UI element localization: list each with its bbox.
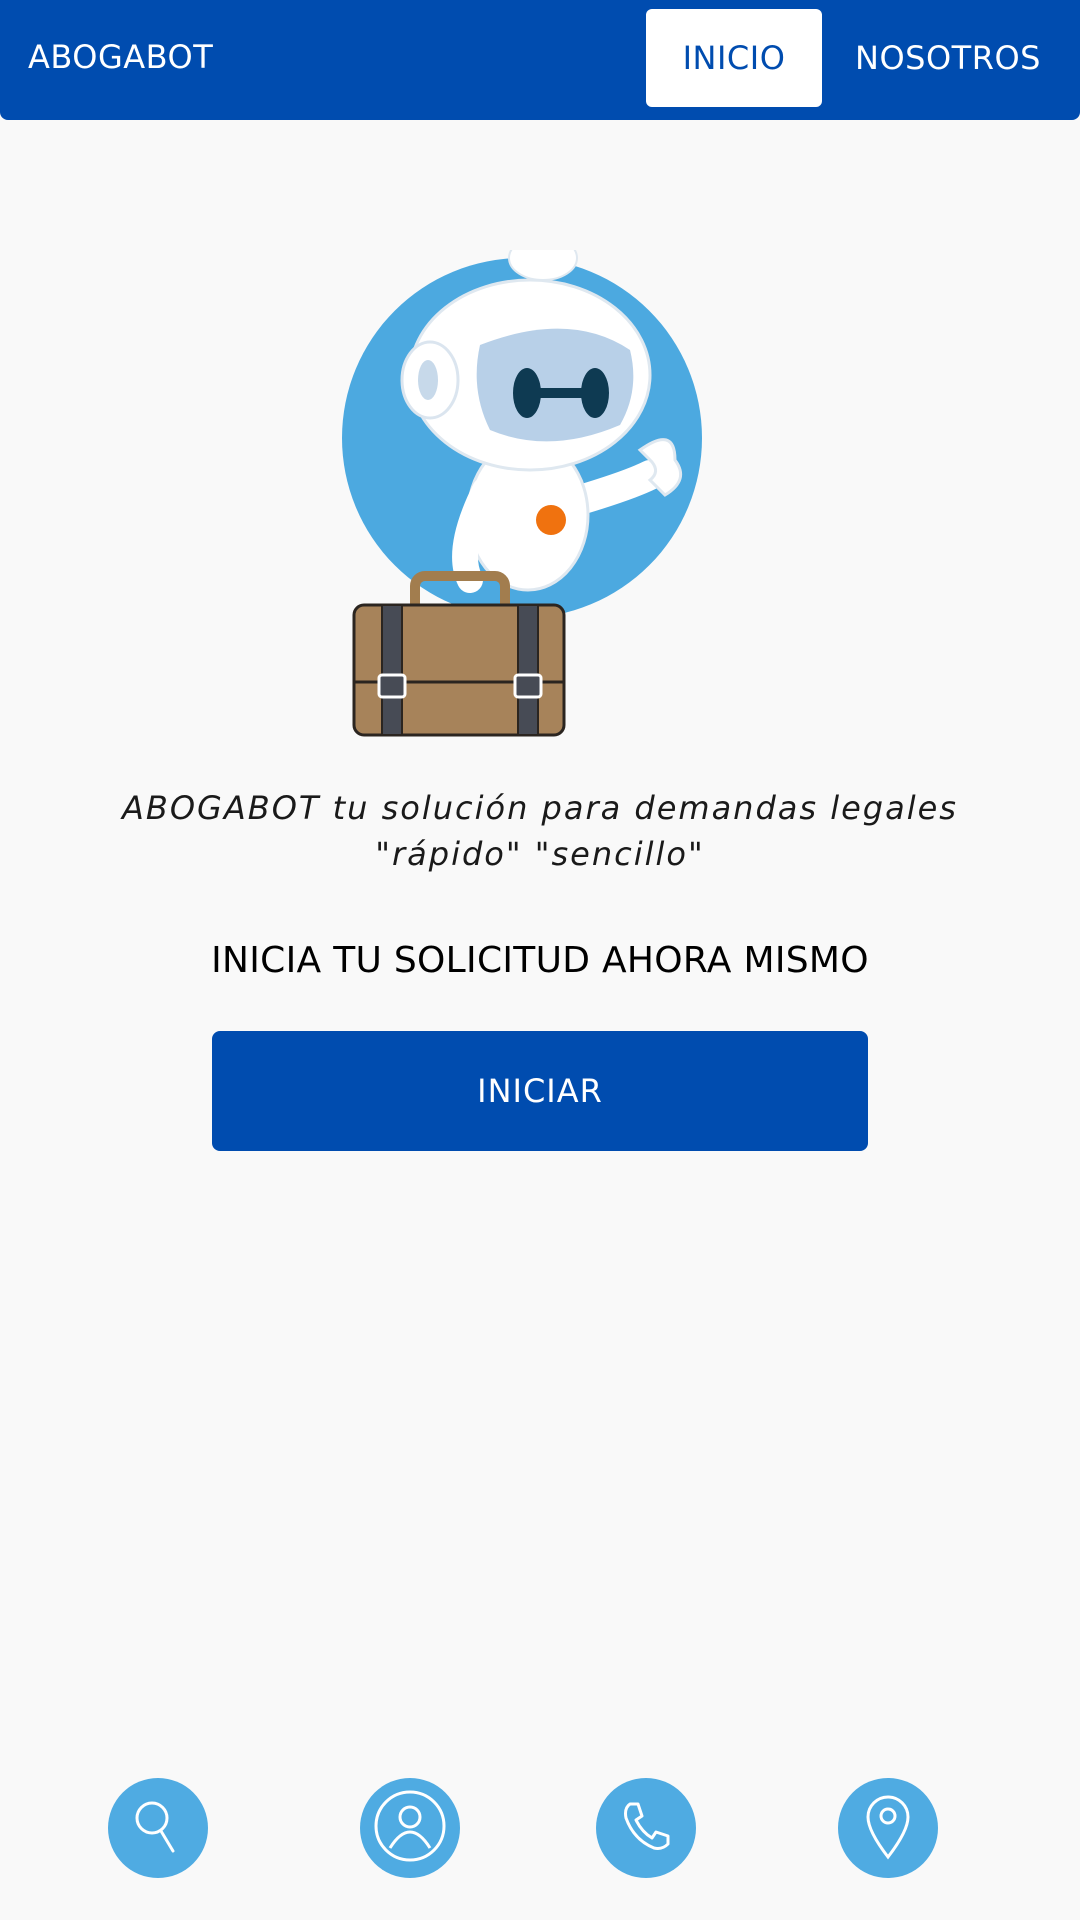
location-button[interactable] bbox=[838, 1778, 938, 1878]
tagline-line-2: "rápido" "sencillo" bbox=[375, 835, 705, 873]
top-navbar: ABOGABOT INICIO NOSOTROS bbox=[0, 0, 1080, 120]
tab-nosotros[interactable]: NOSOTROS bbox=[838, 9, 1058, 107]
call-button[interactable] bbox=[596, 1778, 696, 1878]
phone-icon bbox=[616, 1796, 676, 1860]
bottom-action-bar bbox=[0, 1778, 1080, 1878]
tab-inicio[interactable]: INICIO bbox=[646, 9, 822, 107]
search-button[interactable] bbox=[108, 1778, 208, 1878]
cta-heading: INICIA TU SOLICITUD AHORA MISMO bbox=[211, 940, 869, 981]
robot-hero-illustration bbox=[330, 235, 730, 750]
iniciar-button[interactable]: INICIAR bbox=[212, 1031, 868, 1151]
tagline-line-1: ABOGABOT tu solución para demandas legal… bbox=[122, 789, 958, 827]
user-icon bbox=[370, 1786, 450, 1870]
profile-button[interactable] bbox=[360, 1778, 460, 1878]
app-brand[interactable]: ABOGABOT bbox=[28, 38, 213, 76]
location-pin-icon bbox=[858, 1791, 918, 1865]
tagline: ABOGABOT tu solución para demandas legal… bbox=[0, 785, 1080, 877]
search-icon bbox=[128, 1796, 188, 1860]
